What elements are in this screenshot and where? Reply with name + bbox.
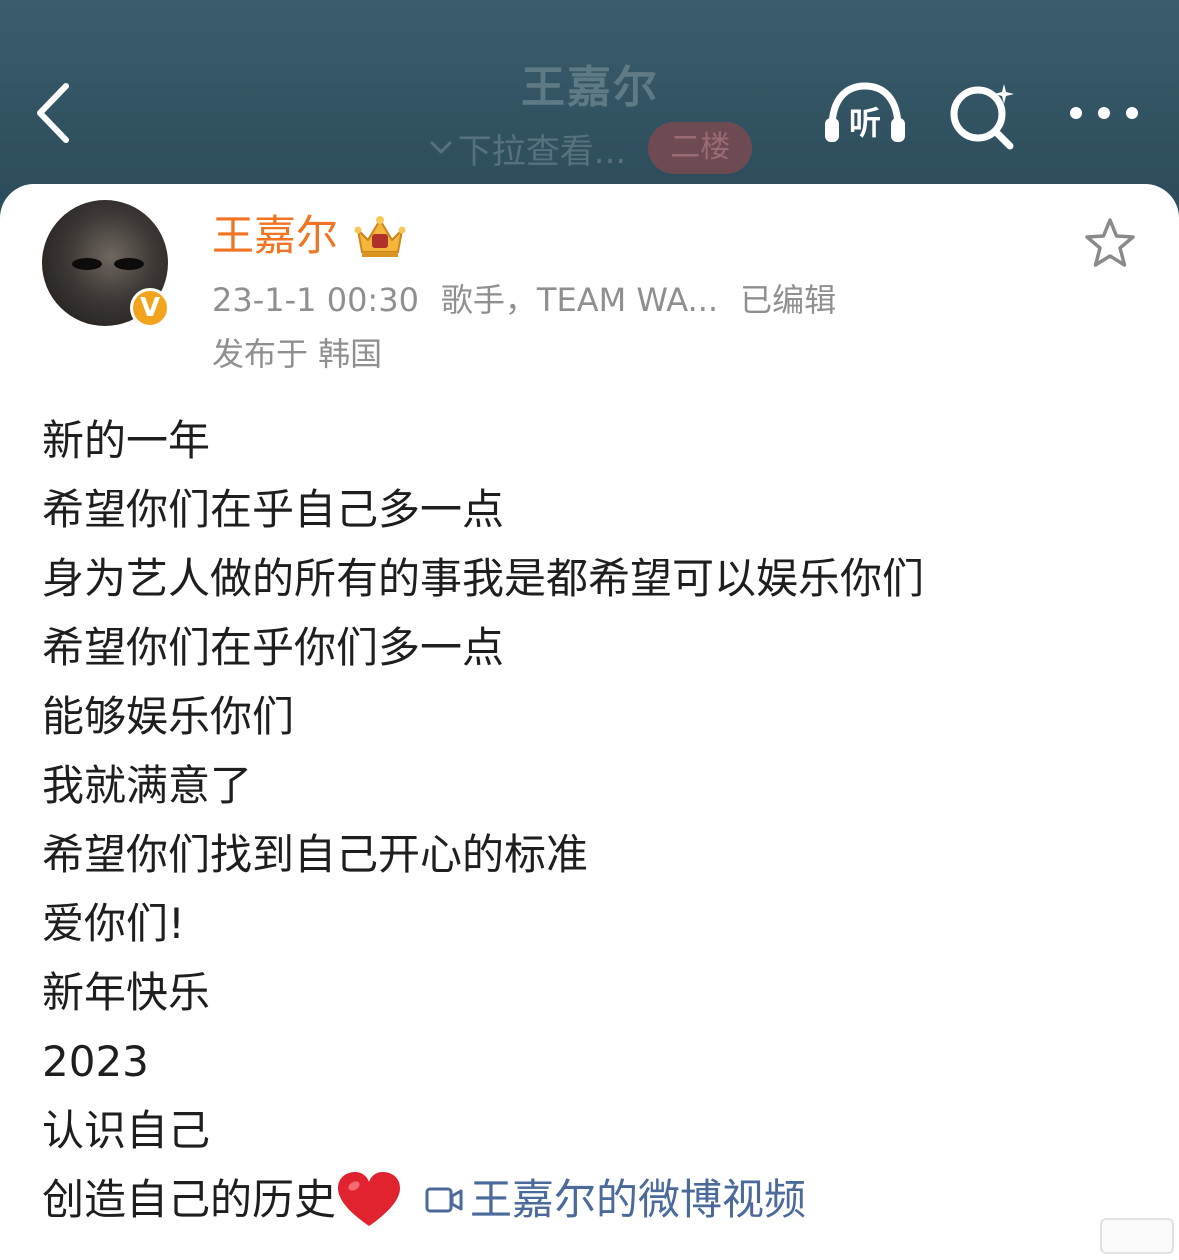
top-navigation-bar: 王嘉尔 下拉查看... 二楼 听: [0, 0, 1179, 200]
back-arrow-icon: [37, 83, 69, 143]
scroll-indicator: [1100, 1218, 1174, 1254]
heart-icon: [338, 1171, 401, 1226]
video-icon: [425, 1187, 463, 1212]
video-link[interactable]: 王嘉尔的微博视频: [424, 1165, 806, 1234]
post-timestamp: 23-1-1 00:30: [212, 281, 419, 319]
verified-badge: V: [130, 288, 170, 328]
pull-hint-text: 下拉查看...: [457, 131, 627, 172]
search-icon: [950, 84, 1014, 150]
post-line: 希望你们找到自己开心的标准: [42, 830, 589, 879]
search-button[interactable]: [948, 80, 1018, 150]
pull-down-hint[interactable]: 下拉查看...: [428, 124, 626, 173]
author-row: 王嘉尔: [212, 208, 408, 264]
post-line: 希望你们在乎自己多一点: [42, 485, 505, 534]
post-line: 能够娱乐你们: [42, 692, 295, 741]
crown-badge-icon[interactable]: [352, 212, 408, 260]
video-link-label: 王嘉尔的微博视频: [470, 1175, 807, 1224]
post-location: 发布于 韩国: [212, 335, 383, 373]
post-line: 认识自己: [42, 1106, 211, 1155]
post-line: 身为艺人做的所有的事我是都希望可以娱乐你们: [42, 554, 925, 603]
listen-label: 听: [849, 104, 881, 142]
nav-title-area: 王嘉尔 下拉查看... 二楼: [380, 58, 800, 174]
chevron-down-icon: [430, 141, 452, 154]
avatar-detail: [114, 258, 144, 270]
favorite-button[interactable]: [1082, 216, 1138, 272]
listen-button[interactable]: 听: [822, 78, 908, 148]
post-meta: 23-1-1 00:30 歌手，TEAM WA... 已编辑: [212, 278, 836, 322]
post-line-last: 创造自己的历史 王嘉尔的微博视频: [42, 1165, 1142, 1234]
post-line-text: 创造自己的历史: [42, 1175, 337, 1224]
post-line: 2023: [42, 1037, 149, 1086]
author-name[interactable]: 王嘉尔: [212, 208, 338, 264]
avatar-detail: [72, 258, 102, 270]
more-options-button[interactable]: [1066, 98, 1142, 128]
pull-row: 下拉查看... 二楼: [380, 122, 800, 174]
back-button[interactable]: [28, 78, 82, 148]
post-line: 希望你们在乎你们多一点: [42, 623, 505, 672]
second-floor-badge[interactable]: 二楼: [648, 122, 753, 174]
post-line: 新年快乐: [42, 968, 211, 1017]
more-icon: [1070, 107, 1138, 119]
star-icon: [1085, 218, 1135, 267]
post-line: 爱你们!: [42, 899, 185, 948]
post-content: 新的一年 希望你们在乎自己多一点 身为艺人做的所有的事我是都希望可以娱乐你们 希…: [42, 406, 1142, 1234]
post-source[interactable]: 歌手，TEAM WA...: [441, 278, 718, 322]
post-line: 新的一年: [42, 416, 211, 465]
edited-label[interactable]: 已编辑: [740, 278, 836, 322]
nav-title: 王嘉尔: [521, 62, 659, 113]
post-line: 我就满意了: [42, 761, 253, 810]
listen-icon: 听: [825, 82, 905, 142]
